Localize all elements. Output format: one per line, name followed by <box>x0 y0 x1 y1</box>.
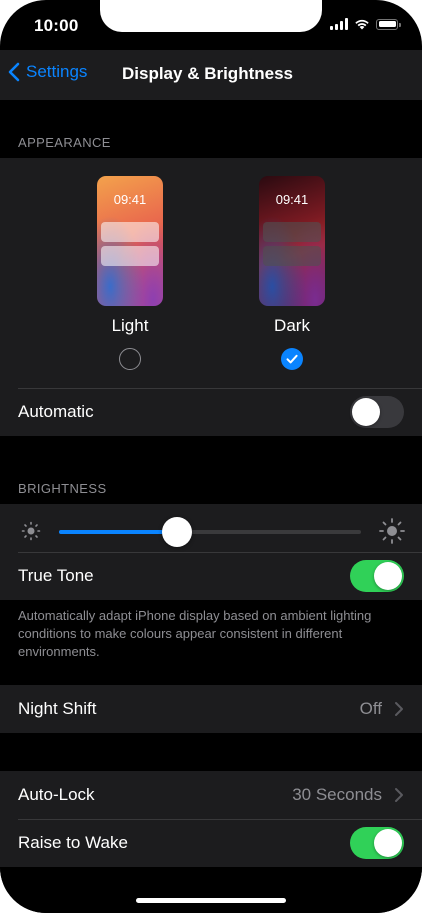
appearance-group: 09:41 Light 09:41 Dark Automatic <box>0 158 422 436</box>
notch <box>100 0 322 32</box>
true-tone-row: True Tone <box>0 552 422 600</box>
home-indicator[interactable] <box>136 898 286 903</box>
auto-lock-row[interactable]: Auto-Lock 30 Seconds <box>0 771 422 819</box>
dark-mode-radio[interactable] <box>281 348 303 370</box>
brightness-section-header: BRIGHTNESS <box>18 481 107 496</box>
cellular-signal-icon <box>330 18 348 30</box>
raise-to-wake-label: Raise to Wake <box>18 833 128 852</box>
auto-lock-label: Auto-Lock <box>18 785 95 804</box>
page-title: Display & Brightness <box>122 64 293 83</box>
dark-preview-notification <box>263 246 321 266</box>
phone-screen: 10:00 Settings Display & Brightness APPE… <box>0 0 422 913</box>
light-mode-preview[interactable]: 09:41 <box>97 176 163 306</box>
dark-mode-label: Dark <box>274 316 310 335</box>
brightness-slider-row <box>0 504 422 552</box>
toggle-knob <box>374 829 402 857</box>
appearance-section-header: APPEARANCE <box>18 135 111 150</box>
night-shift-label: Night Shift <box>18 699 97 718</box>
toggle-knob <box>374 562 402 590</box>
true-tone-footnote: Automatically adapt iPhone display based… <box>18 608 372 659</box>
light-preview-notification <box>101 222 159 242</box>
true-tone-toggle[interactable] <box>350 560 404 592</box>
light-preview-time: 09:41 <box>113 192 147 207</box>
true-tone-label: True Tone <box>18 566 94 585</box>
sun-large-icon <box>379 518 405 544</box>
chevron-right-icon <box>395 788 403 802</box>
sun-small-icon <box>21 521 41 541</box>
settings-content: APPEARANCE 09:41 Light 09:41 Dark Automa… <box>0 100 422 913</box>
automatic-toggle[interactable] <box>350 396 404 428</box>
dark-preview-time: 09:41 <box>275 192 309 207</box>
chevron-left-icon <box>8 62 20 82</box>
raise-to-wake-row: Raise to Wake <box>0 819 422 867</box>
light-preview-notification <box>101 246 159 266</box>
dark-preview-notification <box>263 222 321 242</box>
auto-lock-value: 30 Seconds <box>292 785 382 804</box>
back-button[interactable]: Settings <box>8 62 87 82</box>
night-shift-group: Night Shift Off <box>0 685 422 733</box>
brightness-group: True Tone <box>0 504 422 600</box>
lock-group: Auto-Lock 30 Seconds Raise to Wake <box>0 771 422 867</box>
status-icons <box>330 18 401 30</box>
back-button-label: Settings <box>26 62 88 81</box>
automatic-row: Automatic <box>0 388 422 436</box>
dark-mode-preview[interactable]: 09:41 <box>259 176 325 306</box>
toggle-knob <box>352 398 380 426</box>
checkmark-icon <box>286 354 298 364</box>
light-mode-radio[interactable] <box>119 348 141 370</box>
night-shift-row[interactable]: Night Shift Off <box>0 685 422 733</box>
raise-to-wake-toggle[interactable] <box>350 827 404 859</box>
brightness-slider-fill <box>59 530 177 534</box>
status-time: 10:00 <box>34 16 79 35</box>
night-shift-value: Off <box>359 699 382 718</box>
brightness-slider-thumb[interactable] <box>161 517 192 547</box>
automatic-label: Automatic <box>18 402 94 421</box>
light-mode-label: Light <box>111 316 149 335</box>
brightness-slider[interactable] <box>59 517 361 547</box>
wifi-icon <box>355 19 369 30</box>
battery-icon <box>376 18 401 30</box>
navigation-bar: Settings Display & Brightness <box>0 50 422 100</box>
chevron-right-icon <box>395 702 403 716</box>
